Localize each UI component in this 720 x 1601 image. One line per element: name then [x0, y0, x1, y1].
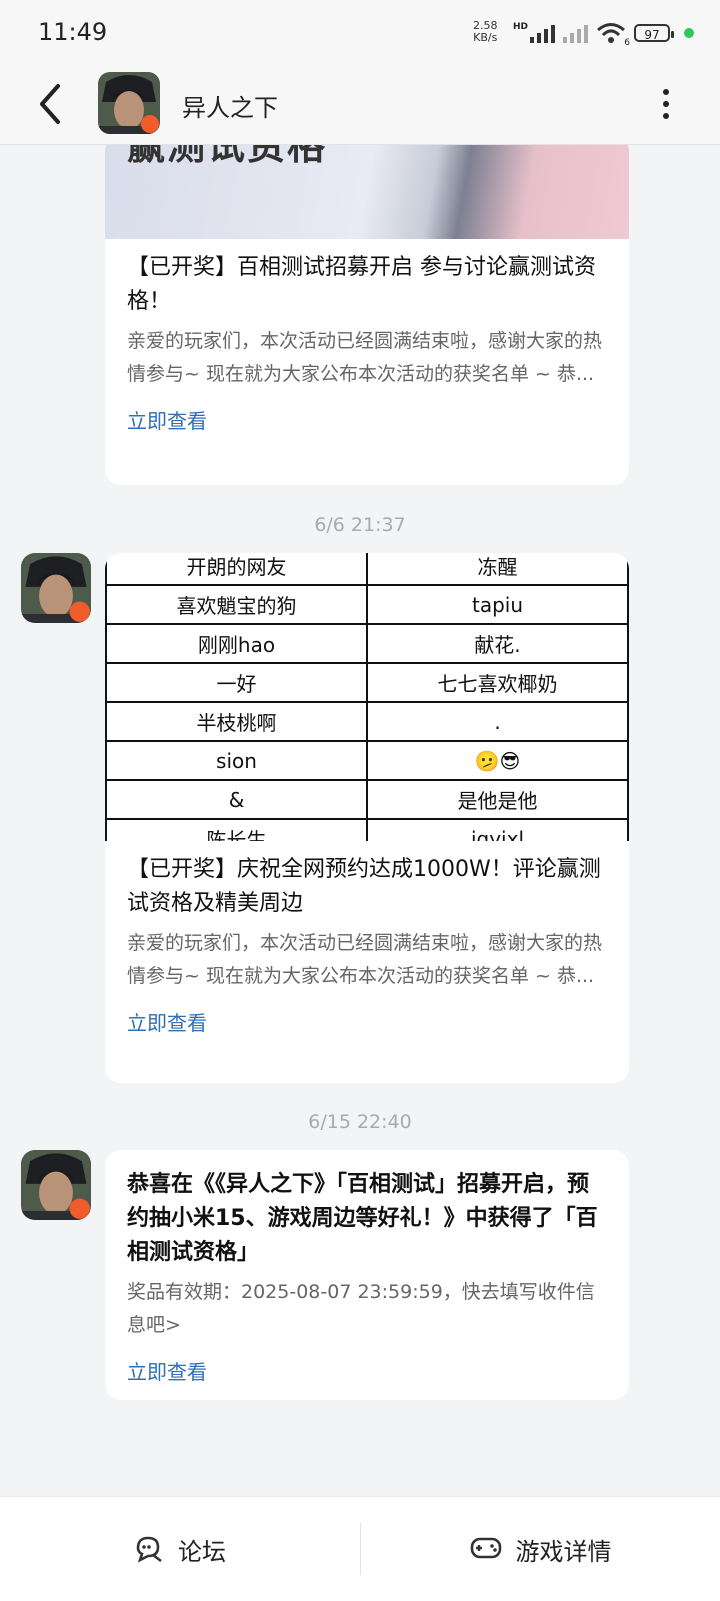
- view-now-link[interactable]: 立即查看: [105, 1356, 229, 1385]
- status-time: 11:49: [38, 18, 108, 46]
- back-button[interactable]: [30, 80, 74, 128]
- winners-table: 开朗的网友 冻醒 喜欢魈宝的狗 tapiu 刚刚hao 献花. 一好 七七喜欢椰奶 半枝…: [105, 553, 629, 841]
- card-description: 奖品有效期：2025-08-07 23:59:59，快去填写收件信息吧>: [127, 1281, 595, 1336]
- table-row: 半枝桃啊.: [105, 701, 629, 742]
- message-card[interactable]: 赢测试资格 【已开奖】百相测试招募开启 参与讨论赢测试资格！ 亲爱的玩家们，本次…: [105, 145, 629, 485]
- status-bar: 11:49 2.58 KB/s HD 6 97: [0, 0, 720, 66]
- card-title: 【已开奖】庆祝全网预约达成1000W！评论赢测试资格及精美周边: [127, 857, 601, 916]
- page-title: 异人之下: [182, 94, 278, 122]
- table-row: 开朗的网友 冻醒: [105, 553, 629, 586]
- message-timestamp: 6/15 22:40: [308, 1111, 412, 1133]
- sender-avatar[interactable]: [21, 1150, 91, 1220]
- top-app-bar: 异人之下: [0, 66, 720, 145]
- forum-chat-icon: [136, 1536, 162, 1563]
- table-row: 陈长生 jqyixl: [105, 818, 629, 841]
- message-timestamp: 6/6 21:37: [314, 514, 406, 536]
- sender-avatar[interactable]: [21, 553, 91, 623]
- view-now-link[interactable]: 立即查看: [105, 405, 229, 434]
- status-icons: HD 6 97: [512, 22, 694, 48]
- view-now-link[interactable]: 立即查看: [105, 1007, 229, 1036]
- message-list[interactable]: 赢测试资格 【已开奖】百相测试招募开启 参与讨论赢测试资格！ 亲爱的玩家们，本次…: [0, 145, 720, 1495]
- table-row: 刚刚hao 献花.: [105, 623, 629, 664]
- table-row: 一好 七七喜欢椰奶: [105, 662, 629, 703]
- message-card[interactable]: 恭喜在《《异人之下》「百相测试」招募开启，预约抽小米15、游戏周边等好礼！》中获…: [105, 1150, 629, 1400]
- game-detail-button[interactable]: 游戏详情: [361, 1497, 720, 1601]
- table-row: 喜欢魈宝的狗 tapiu: [105, 584, 629, 625]
- more-vertical-icon: [663, 89, 669, 95]
- table-row: sion 🫤😎: [105, 740, 629, 781]
- table-row: & 是他是他: [105, 779, 629, 820]
- signal-icon: [530, 23, 555, 43]
- game-avatar[interactable]: [98, 72, 160, 134]
- battery-icon: 97: [634, 24, 674, 42]
- card-description: 亲爱的玩家们，本次活动已经圆满结束啦，感谢大家的热情参与~ 现在就为大家公布本次…: [127, 330, 603, 385]
- winners-table-image: 开朗的网友 冻醒 喜欢魈宝的狗 tapiu 刚刚hao 献花. 一好 七七喜欢椰奶 半枝…: [105, 553, 629, 841]
- gamepad-icon: [470, 1537, 501, 1559]
- hd-badge: HD: [512, 22, 528, 32]
- more-options-button[interactable]: [654, 84, 678, 124]
- wifi-icon: 6: [596, 22, 630, 48]
- network-speed: 2.58 KB/s: [473, 19, 498, 44]
- card-title: 恭喜在《《异人之下》「百相测试」招募开启，预约抽小米15、游戏周边等好礼！》中获…: [127, 1172, 598, 1265]
- bottom-action-bar: 论坛 游戏详情: [0, 1496, 720, 1601]
- back-arrow-icon: [40, 84, 60, 124]
- forum-button[interactable]: 论坛: [0, 1497, 360, 1601]
- signal-icon: [563, 23, 588, 43]
- card-title: 【已开奖】百相测试招募开启 参与讨论赢测试资格！: [127, 255, 596, 314]
- privacy-indicator-dot: [684, 28, 694, 38]
- message-card[interactable]: 开朗的网友 冻醒 喜欢魈宝的狗 tapiu 刚刚hao 献花. 一好 七七喜欢椰奶 半枝…: [105, 553, 629, 1083]
- card-description: 亲爱的玩家们，本次活动已经圆满结束啦，感谢大家的热情参与~ 现在就为大家公布本次…: [127, 932, 603, 987]
- card-banner-image: 赢测试资格: [105, 145, 629, 239]
